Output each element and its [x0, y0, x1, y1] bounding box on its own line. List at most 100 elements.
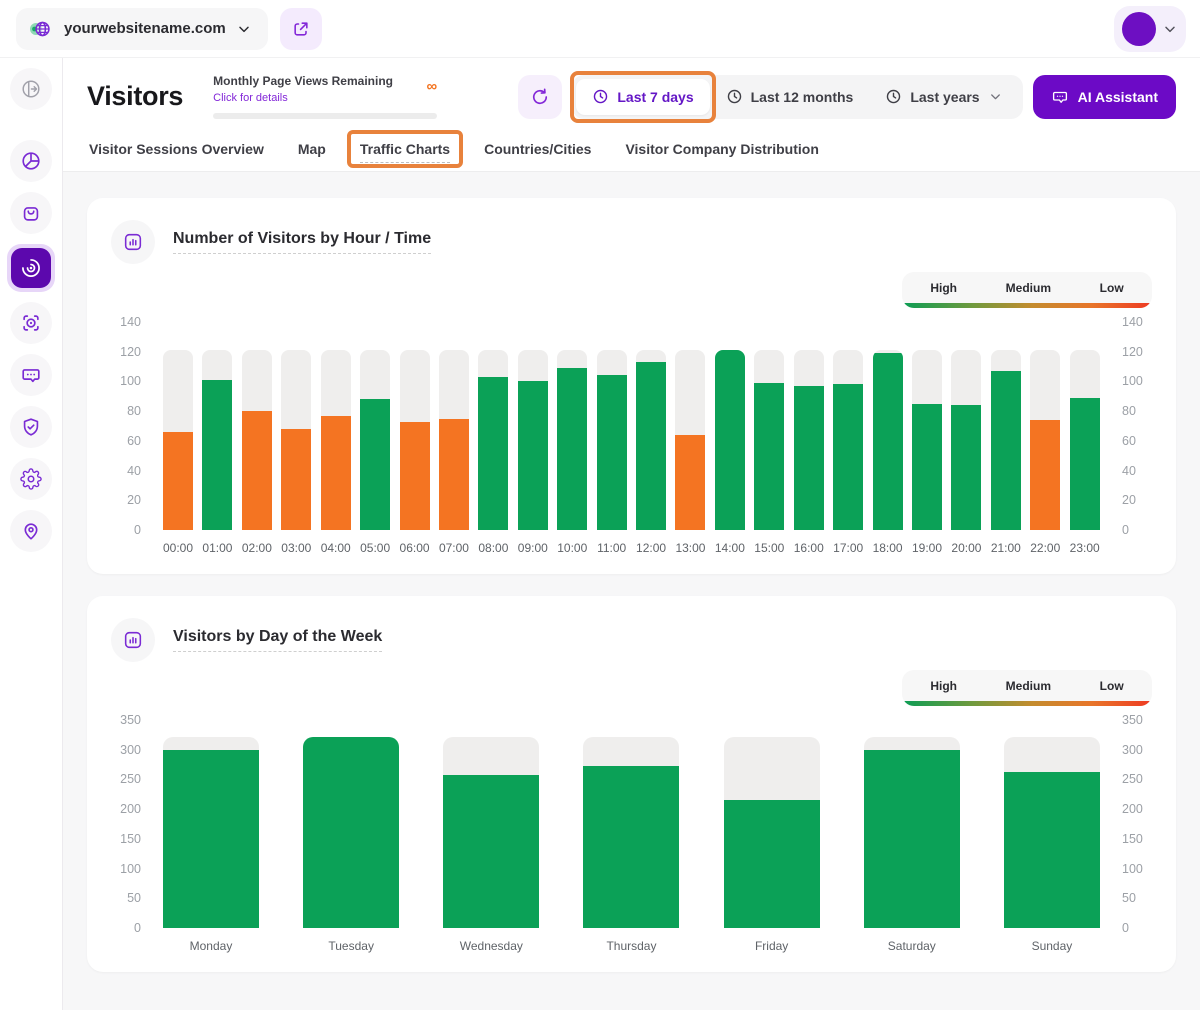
bar-track — [303, 737, 399, 928]
bar-track — [1070, 350, 1100, 530]
sidebar-item-store[interactable] — [10, 192, 52, 234]
x-axis-label: 22:00 — [1030, 541, 1060, 556]
tab-visitor-company-distribution[interactable]: Visitor Company Distribution — [625, 141, 818, 157]
y-tick-label: 0 — [134, 921, 141, 935]
hourly-visitors-chart: 020406080100120140 00:0001:0002:0003:000… — [111, 322, 1152, 556]
bar-cell: 23:00 — [1070, 322, 1100, 556]
open-website-button[interactable] — [280, 8, 322, 50]
x-axis-label: 01:00 — [202, 541, 232, 556]
legend-medium-label: Medium — [1006, 281, 1051, 295]
sidebar-item-location[interactable] — [10, 510, 52, 552]
ai-chat-icon — [1051, 88, 1069, 106]
y-tick-label: 40 — [1122, 464, 1136, 478]
bar-track — [163, 737, 259, 928]
bar-cell: Wednesday — [443, 720, 539, 954]
bar-fill — [675, 435, 705, 530]
quota-progress-bar — [213, 113, 437, 119]
bar-fill — [518, 381, 548, 530]
y-tick-label: 0 — [134, 523, 141, 537]
bar-chart-icon — [122, 629, 144, 651]
bar-fill — [873, 353, 903, 530]
bar-track — [912, 350, 942, 530]
tab-countries-cities[interactable]: Countries/Cities — [484, 141, 591, 157]
bar-cell: 03:00 — [281, 322, 311, 556]
sidebar-item-dashboard[interactable] — [10, 140, 52, 182]
account-menu[interactable] — [1114, 6, 1186, 52]
x-axis-label: 23:00 — [1070, 541, 1100, 556]
tab-traffic-charts[interactable]: Traffic Charts — [360, 141, 450, 157]
bar-fill — [583, 766, 679, 928]
bar-fill — [478, 377, 508, 530]
legend-high-label: High — [930, 281, 957, 295]
bar-fill — [303, 737, 399, 928]
bar-fill — [864, 750, 960, 928]
focus-capture-icon — [20, 312, 42, 334]
plot: 00:0001:0002:0003:0004:0005:0006:0007:00… — [157, 322, 1106, 556]
y-axis-right: 050100150200250300350 — [1106, 720, 1152, 954]
bar-cell: 13:00 — [675, 322, 705, 556]
tab-map[interactable]: Map — [298, 141, 326, 157]
legend-high-label: High — [930, 679, 957, 693]
traffic-level-legend: High Medium Low — [902, 670, 1152, 706]
tab-visitor-sessions-overview[interactable]: Visitor Sessions Overview — [89, 141, 264, 157]
bar-track — [242, 350, 272, 530]
traffic-level-legend: High Medium Low — [902, 272, 1152, 308]
bar-track — [439, 350, 469, 530]
shield-check-icon — [20, 416, 42, 438]
range-last-7-days-button[interactable]: Last 7 days — [576, 79, 709, 115]
sidebar-item-visitors[interactable] — [7, 244, 55, 292]
bar-cell: Monday — [163, 720, 259, 954]
bar-track — [597, 350, 627, 530]
website-selector[interactable]: yourwebsitename.com — [16, 8, 268, 50]
quota-value: ∞ — [426, 78, 437, 95]
plot: MondayTuesdayWednesdayThursdayFridaySatu… — [157, 720, 1106, 954]
y-tick-label: 150 — [1122, 832, 1143, 846]
sidebar-item-security[interactable] — [10, 406, 52, 448]
y-tick-label: 0 — [1122, 523, 1129, 537]
pie-chart-icon — [20, 150, 42, 172]
ai-assistant-button[interactable]: AI Assistant — [1033, 75, 1176, 119]
bar-cell: 01:00 — [202, 322, 232, 556]
x-axis-label: 19:00 — [912, 541, 942, 556]
sidebar-item-settings[interactable] — [10, 458, 52, 500]
bar-track — [1030, 350, 1060, 530]
x-axis-label: 16:00 — [794, 541, 824, 556]
bar-fill — [794, 386, 824, 530]
bar-track — [864, 737, 960, 928]
bar-cell: 05:00 — [360, 322, 390, 556]
chart-icon-circle — [111, 220, 155, 264]
range-last-years-button[interactable]: Last years — [869, 79, 1018, 115]
refresh-button[interactable] — [518, 75, 562, 119]
bar-fill — [912, 404, 942, 530]
y-tick-label: 50 — [127, 891, 141, 905]
range-label: Last 7 days — [617, 89, 693, 105]
sidebar-item-chat[interactable] — [10, 354, 52, 396]
bar-cell: 11:00 — [597, 322, 627, 556]
quota-title: Monthly Page Views Remaining — [213, 74, 437, 88]
globe-icon — [28, 17, 54, 41]
y-tick-label: 40 — [127, 464, 141, 478]
bar-cell: 17:00 — [833, 322, 863, 556]
quota-details-link[interactable]: Click for details — [213, 92, 288, 104]
bar-cell: Thursday — [583, 720, 679, 954]
legend-low-label: Low — [1100, 679, 1124, 693]
external-link-icon — [291, 19, 311, 39]
refresh-icon — [530, 87, 550, 107]
y-tick-label: 120 — [120, 345, 141, 359]
sidebar-item-recordings[interactable] — [10, 302, 52, 344]
bar-track — [557, 350, 587, 530]
x-axis-label: 08:00 — [478, 541, 508, 556]
y-tick-label: 0 — [1122, 921, 1129, 935]
range-label: Last 12 months — [751, 89, 854, 105]
bar-fill — [636, 362, 666, 530]
range-last-12-months-button[interactable]: Last 12 months — [710, 79, 870, 115]
y-tick-label: 100 — [120, 374, 141, 388]
sidebar-item-collapse[interactable] — [10, 68, 52, 110]
bar-cell: 16:00 — [794, 322, 824, 556]
bar-cell: 20:00 — [951, 322, 981, 556]
chevron-down-icon — [1162, 21, 1178, 37]
bar-track — [794, 350, 824, 530]
x-axis-label: Monday — [190, 939, 233, 954]
y-tick-label: 50 — [1122, 891, 1136, 905]
chart-title: Number of Visitors by Hour / Time — [173, 230, 431, 254]
